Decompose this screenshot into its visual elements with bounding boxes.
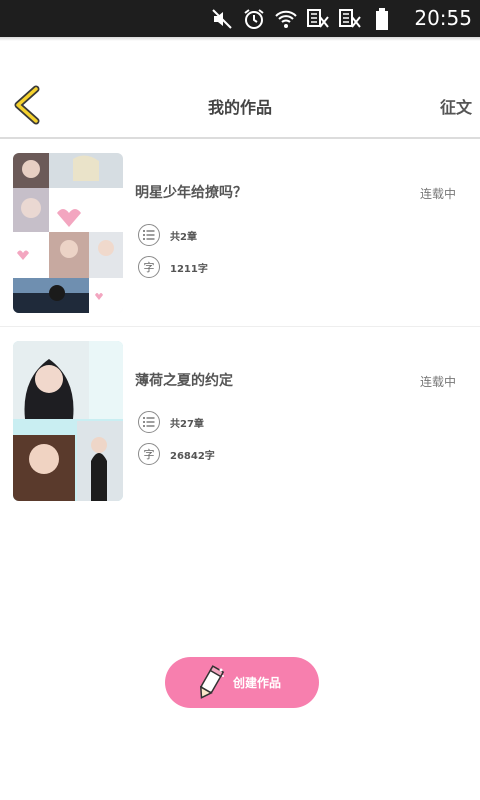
wifi-icon (274, 7, 298, 31)
create-work-button[interactable]: 创建作品 (165, 657, 319, 708)
word-count: 1211字 (170, 263, 208, 275)
work-cover-image (13, 341, 123, 501)
chapter-count: 共2章 (170, 231, 197, 243)
battery-icon (370, 7, 394, 31)
work-title[interactable]: 明星少年给撩吗？ (135, 182, 247, 202)
pencil-icon (199, 664, 225, 699)
work-item[interactable]: 薄荷之夏的约定 连载中 共27章 字 26842字 (0, 327, 480, 514)
word-count-row: 字 26842字 (138, 443, 215, 465)
status-bar: 20:55 (0, 0, 480, 37)
sim-1-icon (306, 7, 330, 31)
list-icon (138, 224, 160, 246)
work-item[interactable]: 明星少年给撩吗？ 连载中 共2章 字 1211字 (0, 139, 480, 326)
page-title: 我的作品 (207, 98, 272, 117)
word-count: 26842字 (170, 450, 215, 462)
app-header: 我的作品 征文 (0, 41, 480, 138)
chapter-count: 共27章 (170, 418, 204, 430)
work-cover-image (13, 153, 123, 313)
work-title[interactable]: 薄荷之夏的约定 (135, 370, 233, 390)
sim-2-icon (338, 7, 362, 31)
zi-icon: 字 (138, 443, 160, 465)
work-status-badge: 连载中 (419, 187, 456, 201)
mute-icon (210, 7, 234, 31)
list-icon (138, 411, 160, 433)
work-status-badge: 连载中 (419, 375, 456, 389)
alarm-icon (242, 7, 266, 31)
create-work-label: 创建作品 (232, 676, 281, 690)
status-time: 20:55 (414, 6, 472, 30)
zi-icon: 字 (138, 256, 160, 278)
chapter-count-row: 共27章 (138, 411, 204, 433)
chapter-count-row: 共2章 (138, 224, 197, 246)
word-count-row: 字 1211字 (138, 256, 208, 278)
contest-button[interactable]: 征文 (440, 94, 472, 118)
